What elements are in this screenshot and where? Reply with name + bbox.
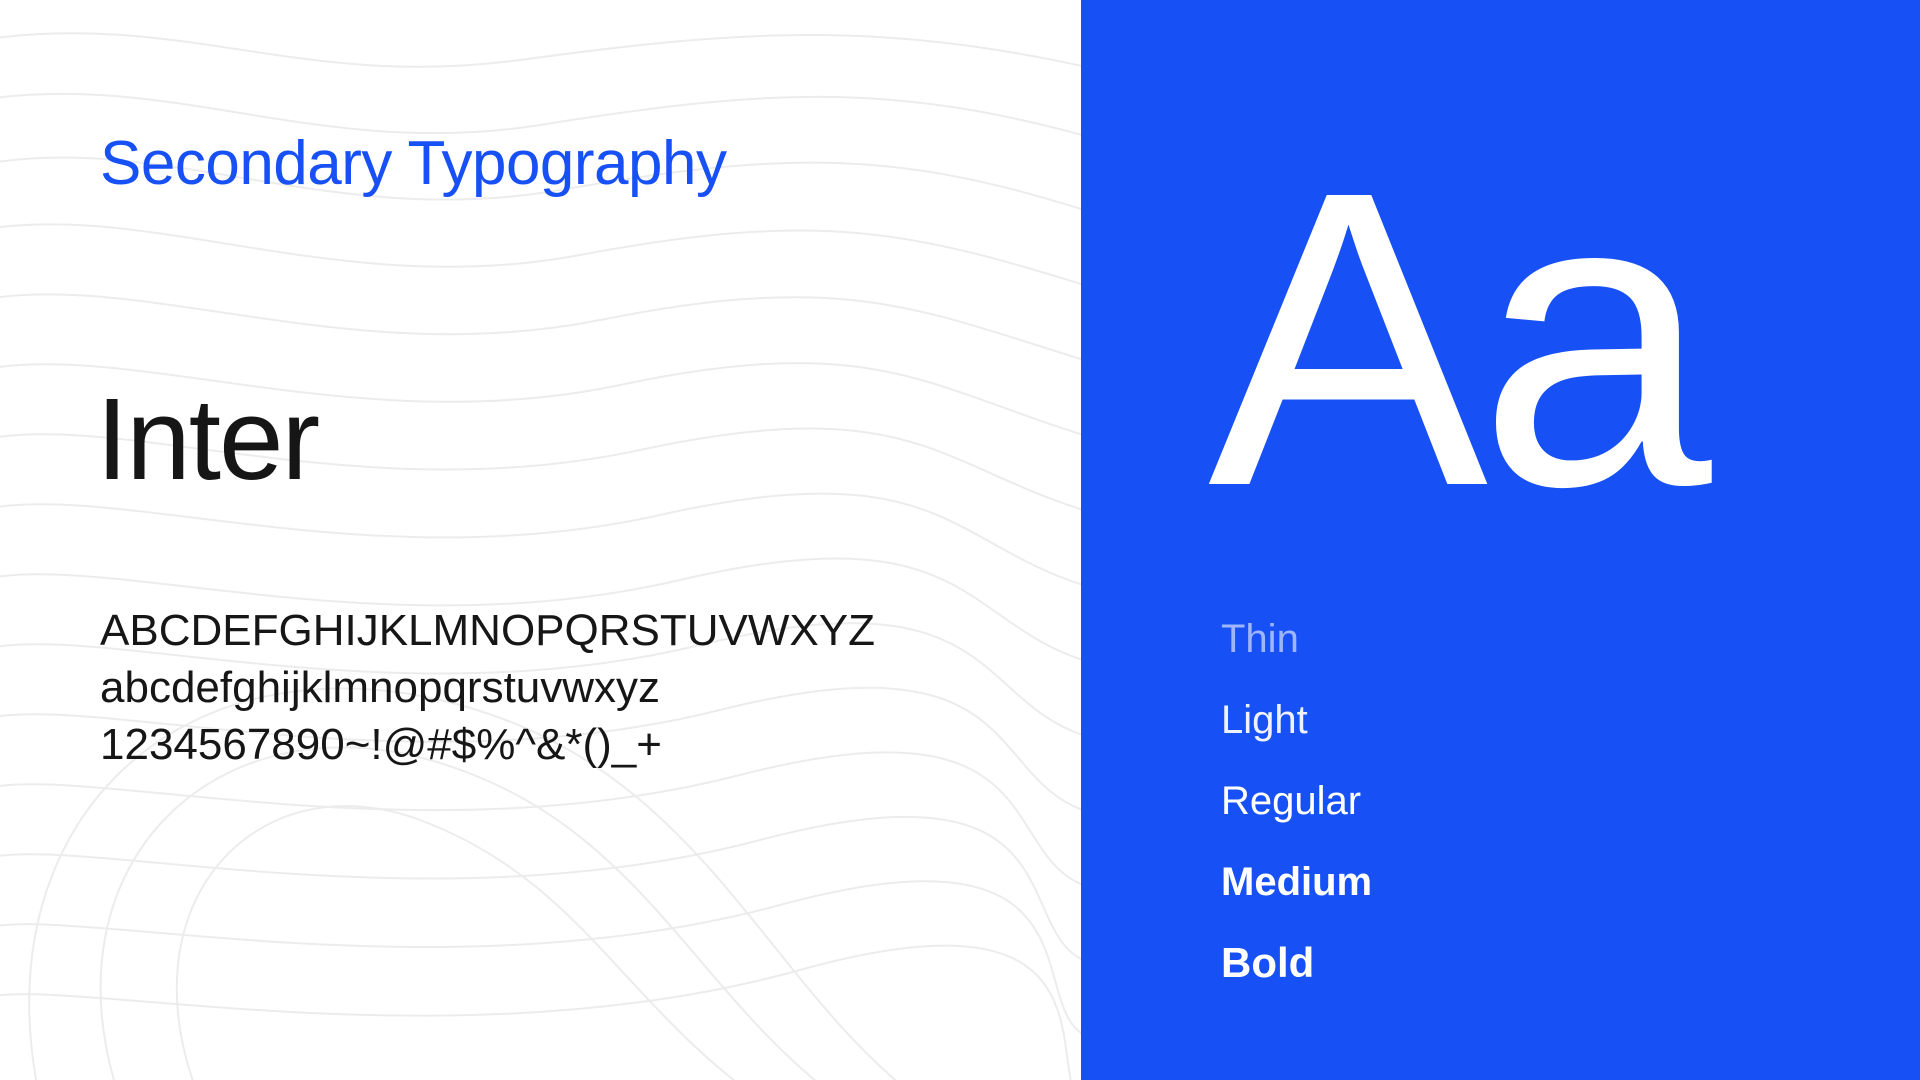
font-name-heading: Inter — [96, 374, 320, 504]
numbers-and-symbols: 1234567890~!@#$%^&*()_+ — [100, 720, 662, 769]
type-specimen: Aa — [1208, 105, 1712, 574]
weight-regular: Regular — [1221, 779, 1362, 823]
lowercase-alphabet: abcdefghijklmnopqrstuvwxyz — [100, 663, 661, 712]
left-panel: Secondary Typography Inter ABCDEFGHIJKLM… — [0, 0, 1081, 1080]
weight-light: Light — [1221, 698, 1308, 742]
weight-thin: Thin — [1221, 617, 1299, 661]
uppercase-alphabet: ABCDEFGHIJKLMNOPQRSTUVWXYZ — [100, 606, 875, 655]
right-panel: Aa Thin Light Regular Medium Bold — [1081, 0, 1920, 1080]
font-weight-list: Thin Light Regular Medium Bold — [1221, 610, 1372, 1015]
character-set: ABCDEFGHIJKLMNOPQRSTUVWXYZ abcdefghijklm… — [100, 602, 875, 773]
section-title: Secondary Typography — [100, 129, 727, 198]
weight-medium: Medium — [1221, 860, 1373, 904]
weight-bold: Bold — [1221, 939, 1315, 986]
